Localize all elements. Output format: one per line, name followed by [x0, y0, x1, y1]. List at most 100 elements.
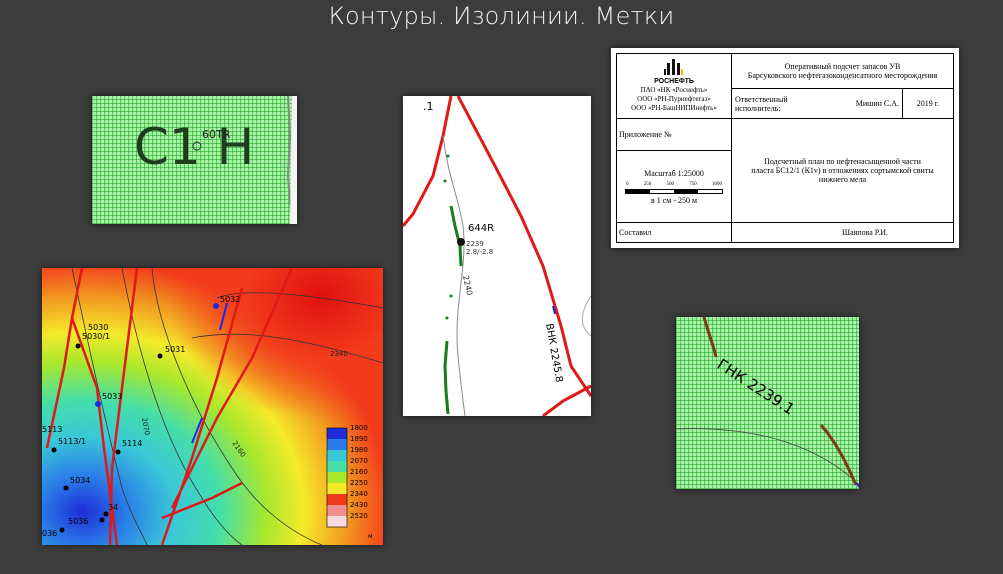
- well-icon: [59, 527, 65, 533]
- logo-text: РОСНЕФТЬ: [654, 78, 694, 85]
- well-label: 5036: [68, 517, 88, 526]
- scale-note: в 1 см - 250 м: [650, 195, 698, 205]
- scale-tick: 500: [666, 181, 675, 187]
- legend-label: 2520: [350, 512, 368, 520]
- depth-map: 2340 2070 2160 5032 5030 5030/1 5031 503…: [42, 268, 383, 545]
- contour-strip-map: .1 2240 644R 2239 2.8/-2.8 ВНК 2245.8: [403, 96, 591, 416]
- scale-tick: 1000: [712, 181, 722, 187]
- legend-swatch: [327, 461, 347, 472]
- legend-label: 2340: [350, 490, 368, 498]
- org-line: ПАО «НК «Роснефть»: [640, 86, 708, 94]
- layer-label: C1 H: [134, 118, 254, 176]
- well-label: 5114: [122, 439, 142, 448]
- org-cell: РОСНЕФТЬ ПАО «НК «Роснефть» ООО «РН-Пурн…: [616, 53, 732, 119]
- fault-label: .1: [423, 100, 434, 113]
- contour-dot: [449, 294, 453, 298]
- description-line: нижнего мела: [818, 175, 867, 184]
- well-icon: [95, 401, 101, 407]
- isoline-label: 2340: [330, 350, 348, 358]
- scale-tick: 250: [643, 181, 652, 187]
- responsible-label: Ответственный исполнитель:: [735, 94, 788, 113]
- rosneft-logo-icon: [664, 59, 683, 75]
- well-label: 036: [42, 529, 57, 538]
- contour-dot: [443, 179, 447, 183]
- isoline-label: 2240: [461, 275, 474, 297]
- well-label: 5030/1: [82, 332, 110, 341]
- gnk-zoom-map: ГНК 2239.1: [676, 317, 859, 488]
- legend-label: 2070: [350, 457, 368, 465]
- org-line: ООО «РН-Пурнефтегаз»: [637, 95, 711, 103]
- contour-dot: [446, 154, 450, 158]
- title-line: Барсуковского нефтегазоконденсатного мес…: [747, 71, 938, 80]
- contour-dot: [445, 316, 449, 320]
- scale-bar: [625, 188, 723, 194]
- depth-map-panel[interactable]: 2340 2070 2160 5032 5030 5030/1 5031 503…: [42, 268, 383, 545]
- legend-label: 1800: [350, 424, 368, 432]
- well-sub1: 2239: [466, 240, 484, 248]
- scale-tick: 750: [689, 181, 697, 187]
- well-sub2: 2.8/-2.8: [466, 248, 493, 256]
- year: 2019 г.: [916, 99, 940, 108]
- legend-swatch: [327, 483, 347, 494]
- description-line: пласта БС12/1 (К1v) в отложениях сортымс…: [751, 166, 934, 175]
- well-label: 5031: [165, 345, 185, 354]
- composed-label: Составил: [616, 222, 732, 243]
- well-label: 5033: [102, 392, 122, 401]
- responsible-name: Мишин С.А.: [855, 99, 899, 108]
- description-line: Подсчетный план по нефтенасыщенной части: [764, 157, 921, 166]
- header-cell: Оперативный подсчет запасов УВ Барсуковс…: [731, 53, 954, 119]
- label-zoom-map: C1 H 60TR: [134, 96, 297, 224]
- legend-swatch: [327, 516, 347, 527]
- title-block-panel[interactable]: РОСНЕФТЬ ПАО «НК «Роснефть» ООО «РН-Пурн…: [611, 48, 959, 248]
- legend-label: 2430: [350, 501, 368, 509]
- scale-cell: Масштаб 1:25000 0 250 500 750 1000 в 1 с…: [616, 150, 732, 223]
- well-label: 5113: [42, 425, 62, 434]
- label-zoom-panel[interactable]: C1 H 60TR: [92, 96, 297, 224]
- well-icon: [99, 517, 105, 523]
- wnk-segment: [856, 482, 859, 488]
- scale-label: Масштаб 1:25000: [644, 168, 704, 178]
- well-icon: [51, 447, 57, 453]
- description-cell: Подсчетный план по нефтенасыщенной части…: [731, 118, 954, 223]
- scale-tick: 0: [626, 181, 629, 187]
- well-icon: [157, 353, 163, 359]
- well-label: 5034: [70, 476, 90, 485]
- well-label: 34: [108, 503, 118, 512]
- well-icon: [115, 449, 121, 455]
- page-title: Контуры. Изолинии. Метки: [328, 2, 675, 30]
- fault-line: [403, 96, 453, 227]
- well-marker-label: 60TR: [202, 128, 231, 141]
- legend-swatch: [327, 472, 347, 483]
- org-line: ООО «РН-БашНИПИнефть»: [631, 104, 717, 112]
- well-icon: [457, 238, 465, 246]
- legend-label: 1980: [350, 446, 368, 454]
- well-icon: [75, 343, 81, 349]
- title-block-table: РОСНЕФТЬ ПАО «НК «Роснефть» ООО «РН-Пурн…: [616, 53, 954, 243]
- well-label: 5030: [88, 323, 108, 332]
- well-icon: [63, 485, 69, 491]
- side-curve: [581, 295, 591, 337]
- legend-label: 1890: [350, 435, 368, 443]
- gnk-contour-label: ГНК 2239.1: [714, 355, 798, 418]
- gnk-contour-line: [702, 317, 718, 358]
- well-name: 644R: [468, 223, 494, 234]
- title-line: Оперативный подсчет запасов УВ: [784, 62, 901, 71]
- gnk-zoom-panel[interactable]: ГНК 2239.1: [676, 317, 859, 489]
- gnk-contour-line: [819, 424, 858, 486]
- well-label: 5113/1: [58, 437, 86, 446]
- well-icon: [213, 303, 219, 309]
- legend-swatch: [327, 428, 347, 439]
- composer-name: Шаяпова Р.И.: [731, 222, 954, 243]
- well-label: 5032: [220, 295, 240, 304]
- legend-swatch: [327, 450, 347, 461]
- appendix-cell: Приложение №: [616, 118, 732, 151]
- fault-line-bottom: [542, 384, 591, 416]
- oil-contour-segment: [443, 340, 450, 415]
- legend-swatch: [327, 494, 347, 505]
- legend-label: 2250: [350, 479, 368, 487]
- map-edge: [290, 96, 297, 224]
- legend-swatch: [327, 439, 347, 450]
- oil-contour-segment: [449, 205, 463, 267]
- legend-unit: м: [368, 533, 373, 540]
- contour-strip-panel[interactable]: .1 2240 644R 2239 2.8/-2.8 ВНК 2245.8: [403, 96, 591, 416]
